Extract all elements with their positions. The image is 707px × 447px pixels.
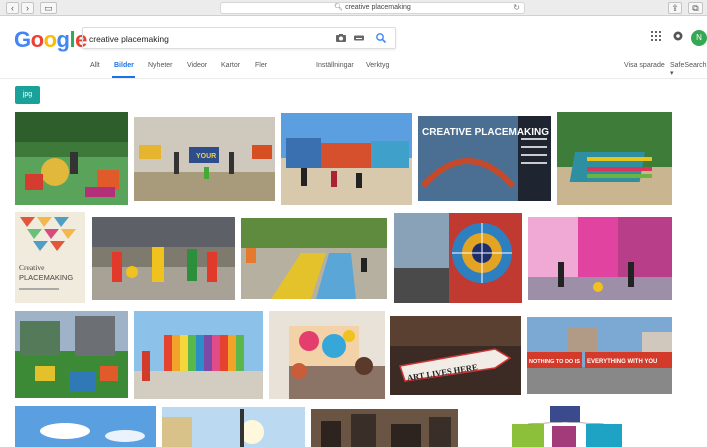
safesearch-dropdown[interactable]: SafeSearch ▾ [670, 62, 707, 77]
search-icon[interactable] [375, 32, 387, 44]
mural-left-text: NOTHING TO DO IS [529, 359, 580, 365]
avatar[interactable]: N [691, 30, 707, 46]
result-image[interactable] [281, 113, 412, 205]
tab-more[interactable]: Fler [255, 62, 267, 69]
result-image[interactable] [92, 217, 235, 300]
result-image[interactable] [394, 213, 522, 303]
search-box [82, 27, 396, 49]
tab-settings[interactable]: Inställningar [316, 62, 354, 69]
result-image[interactable] [134, 311, 263, 399]
result-image[interactable] [241, 218, 387, 299]
address-text: creative placemaking [345, 4, 411, 11]
tab-tools[interactable]: Verktyg [366, 62, 389, 69]
back-button[interactable]: ‹ [6, 2, 19, 14]
result-image[interactable] [510, 406, 630, 447]
result-image[interactable]: YOUR [134, 117, 275, 201]
creative-placemaking-banner-text: CREATIVE PLACEMAKING [422, 127, 549, 138]
apps-grid-icon[interactable] [651, 31, 661, 41]
result-image[interactable] [15, 406, 156, 447]
search-input[interactable] [89, 31, 329, 46]
search-tabs: Allt Bilder Nyheter Videor Kartor Fler I… [0, 62, 707, 77]
filter-chip-jpg[interactable]: jpg [15, 86, 40, 104]
result-image[interactable] [15, 112, 128, 205]
your-sign-text: YOUR [196, 153, 216, 160]
result-image[interactable]: CREATIVE PLACEMAKING [418, 116, 551, 201]
tabs-overview-button[interactable]: ⧉ [688, 2, 703, 14]
notifications-icon[interactable] [673, 31, 683, 41]
camera-icon[interactable] [335, 32, 347, 44]
result-image[interactable]: ART LIVES HERE [390, 316, 521, 395]
book-title-line2: PLACEMAKING [19, 273, 73, 282]
result-image[interactable] [15, 311, 128, 398]
tab-maps[interactable]: Kartor [221, 62, 240, 69]
reload-icon[interactable]: ↻ [513, 3, 520, 13]
tab-news[interactable]: Nyheter [148, 62, 173, 69]
address-bar[interactable]: 🔍︎ creative placemaking ↻ [220, 2, 525, 14]
result-image[interactable] [311, 409, 458, 447]
header-divider [0, 78, 707, 79]
logo-letter: g [56, 27, 70, 52]
saved-link[interactable]: Visa sparade [624, 62, 665, 69]
logo-letter: o [43, 27, 57, 52]
forward-button[interactable]: › [21, 2, 34, 14]
tab-videos[interactable]: Videor [187, 62, 207, 69]
tab-all[interactable]: Allt [90, 62, 100, 69]
logo-letter: G [14, 27, 31, 52]
result-image[interactable] [269, 311, 385, 399]
tab-images[interactable]: Bilder [114, 62, 134, 69]
result-image[interactable] [528, 217, 672, 300]
sidebar-toggle-button[interactable]: ▭ [40, 2, 57, 14]
result-image[interactable] [557, 112, 672, 205]
browser-toolbar: ‹ › ▭ 🔍︎ creative placemaking ↻ ⇪ ⧉ [0, 0, 707, 16]
logo-letter: o [30, 27, 44, 52]
book-title-line1: Creative [19, 263, 45, 272]
result-image[interactable]: NOTHING TO DO IS EVERYTHING WITH YOU [527, 317, 672, 394]
search-icon: 🔍︎ [334, 4, 344, 11]
mural-right-text: EVERYTHING WITH YOU [587, 359, 657, 365]
keyboard-icon[interactable] [353, 32, 365, 44]
share-button[interactable]: ⇪ [668, 2, 682, 14]
google-logo[interactable]: Google [14, 27, 87, 53]
result-image[interactable] [162, 407, 305, 447]
result-image[interactable]: Creative PLACEMAKING [15, 212, 85, 303]
